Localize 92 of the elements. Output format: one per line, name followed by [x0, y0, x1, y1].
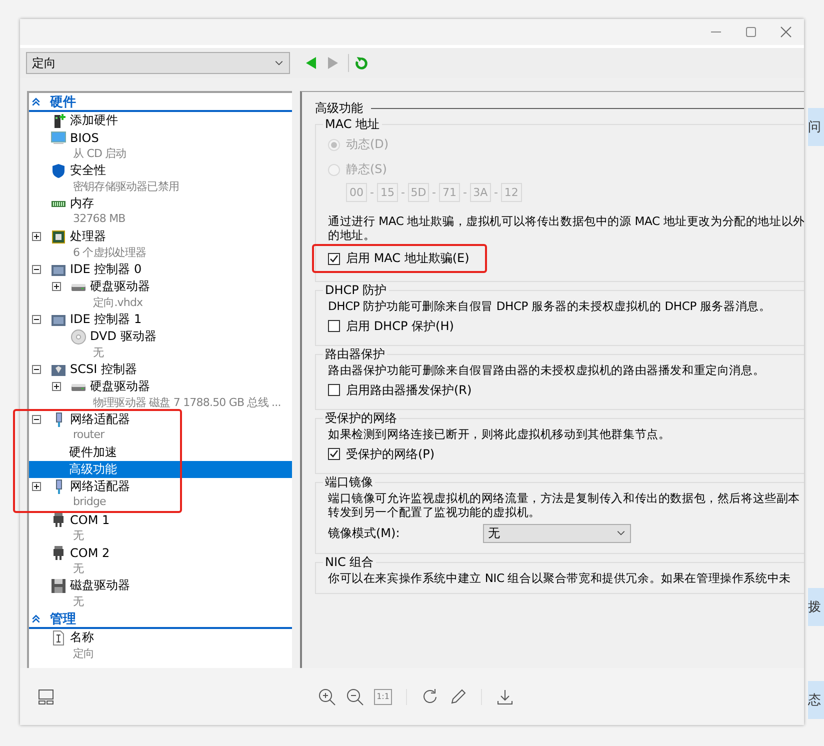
description-text: 你可以在来宾操作系统中建立 NIC 组合以聚合带宽和提供冗余。如果在管理操作系统中未 [328, 571, 792, 585]
separator-dash: - [400, 186, 405, 199]
checkbox[interactable] [328, 320, 340, 332]
tree-item[interactable]: 硬件加速 [29, 444, 292, 461]
disc-icon [70, 328, 87, 344]
item-detail: bridge [72, 495, 107, 510]
tree-item[interactable]: 处理器 [29, 228, 292, 245]
group-title: 端口镜像 [323, 474, 375, 490]
collapse-chevron-icon[interactable] [31, 614, 41, 624]
tree-item[interactable]: SCSI 控制器 [29, 361, 292, 378]
description-text: 路由器保护功能可删除来自假冒路由器的未授权虚拟机的路由器播发和重定向消息。 [328, 363, 766, 377]
zoom-in-icon[interactable] [318, 688, 336, 706]
item-detail: 32768 MB [72, 212, 126, 227]
group-title: DHCP 防护 [323, 282, 389, 298]
tree-item[interactable]: 安全性 [29, 162, 292, 179]
separator-dash: - [432, 186, 436, 199]
checkbox[interactable] [328, 252, 340, 264]
tree-item[interactable]: BIOS [29, 129, 292, 146]
group-title: 路由器保护 [323, 346, 387, 362]
layout-icon[interactable] [37, 688, 55, 706]
item-detail: 物理驱动器 磁盘 7 1788.50 GB 总线 ... [92, 395, 282, 411]
item-detail: 从 CD 启动 [72, 146, 128, 162]
expand-icon[interactable] [32, 232, 41, 241]
tree-item[interactable]: 硬盘驱动器 [29, 278, 292, 295]
shield-icon [50, 162, 67, 178]
processor-chip-icon [50, 228, 67, 244]
item-detail: 无 [72, 528, 85, 544]
separator-dash: - [370, 186, 374, 199]
group-title: MAC 地址 [323, 116, 382, 132]
vm-select[interactable]: 定向 [26, 52, 290, 74]
page-tab[interactable]: 态 [808, 681, 824, 719]
item-detail: 密钥存储驱动器已禁用 [72, 179, 180, 195]
checkbox-label: 启用路由器播发保护(R) [346, 382, 472, 398]
document-icon [50, 630, 67, 646]
checkbox-label: 启用 MAC 地址欺骗(E) [346, 250, 470, 267]
radio-label: 静态(S) [346, 161, 387, 178]
collapse-icon[interactable] [32, 415, 41, 424]
description-text: 如果检测到网络连接已断开，则将此虚拟机移动到其他群集节点。 [328, 427, 672, 441]
tree-item[interactable]: DVD 驱动器 [29, 328, 292, 345]
zoom-out-icon[interactable] [346, 688, 364, 706]
tree-item[interactable]: COM 2 [29, 544, 292, 561]
expand-icon[interactable] [32, 482, 41, 491]
item-detail: 定向 [72, 646, 96, 662]
collapse-icon[interactable] [32, 365, 41, 374]
group-title: NIC 组合 [323, 554, 376, 570]
radio-label: 动态(D) [346, 136, 389, 153]
item-detail: 无 [92, 345, 105, 361]
checkbox[interactable] [328, 448, 340, 460]
rotate-icon[interactable] [421, 688, 439, 706]
section-header[interactable]: 管理 [29, 610, 292, 629]
item-detail: 定向.vhdx [92, 295, 144, 311]
tree-item[interactable]: COM 1 [29, 511, 292, 528]
chevron-down-icon [274, 58, 284, 68]
page-tab[interactable]: 问 [808, 108, 824, 146]
expand-icon[interactable] [52, 382, 61, 391]
checkbox-label: 启用 DHCP 保护(H) [346, 318, 454, 334]
collapse-icon[interactable] [32, 315, 41, 324]
mirroring-mode-select[interactable]: 无 [483, 524, 631, 542]
section-header[interactable]: 硬件 [29, 93, 292, 112]
collapse-chevron-icon[interactable] [31, 96, 41, 106]
refresh-icon[interactable] [354, 56, 369, 70]
collapse-icon[interactable] [32, 265, 41, 274]
separator-dash: - [462, 186, 467, 199]
tree-item[interactable]: 高级功能 [29, 461, 292, 478]
tree-item[interactable]: 添加硬件 [29, 112, 292, 129]
item-detail: router [72, 428, 106, 443]
maximize-icon[interactable] [745, 26, 757, 38]
field-label: 镜像模式(M): [328, 524, 401, 542]
tree-item[interactable]: 磁盘驱动器 [29, 577, 292, 594]
chevron-down-icon [616, 528, 626, 538]
item-detail: 无 [72, 594, 85, 610]
item-detail: 无 [72, 561, 85, 577]
description-text: DHCP 防护功能可删除来自假冒 DHCP 服务器的未授权虚拟机的 DHCP 服务器消息。 [328, 299, 772, 313]
page-tab[interactable]: 拨 [808, 588, 824, 626]
monitor-icon [50, 130, 67, 146]
item-detail: 6 个虚拟处理器 [72, 245, 148, 261]
close-icon[interactable] [780, 26, 792, 38]
pencil-icon[interactable] [449, 688, 467, 706]
tree-item[interactable]: 名称 [29, 629, 292, 646]
tree-item[interactable]: IDE 控制器 1 [29, 311, 292, 328]
description-text: 端口镜像可允许监视虚拟机的网络流量，方法是复制传入和传出的数据包，然后将这些副本转发到另一个配置了监视功能的虚拟机。 [328, 491, 802, 519]
tree-item[interactable]: IDE 控制器 0 [29, 261, 292, 278]
download-icon[interactable] [496, 688, 514, 706]
tree-item[interactable]: 硬盘驱动器 [29, 378, 292, 395]
expand-icon[interactable] [52, 282, 61, 291]
tree-item[interactable]: 网络适配器 [29, 478, 292, 495]
checkbox-label: 受保护的网络(P) [346, 446, 435, 462]
separator-dash: - [494, 186, 498, 199]
checkbox[interactable] [328, 384, 340, 396]
group-title: 受保护的网络 [323, 410, 399, 426]
tree-item[interactable]: 内存 [29, 195, 292, 212]
panel-title: 高级功能 [315, 100, 363, 116]
